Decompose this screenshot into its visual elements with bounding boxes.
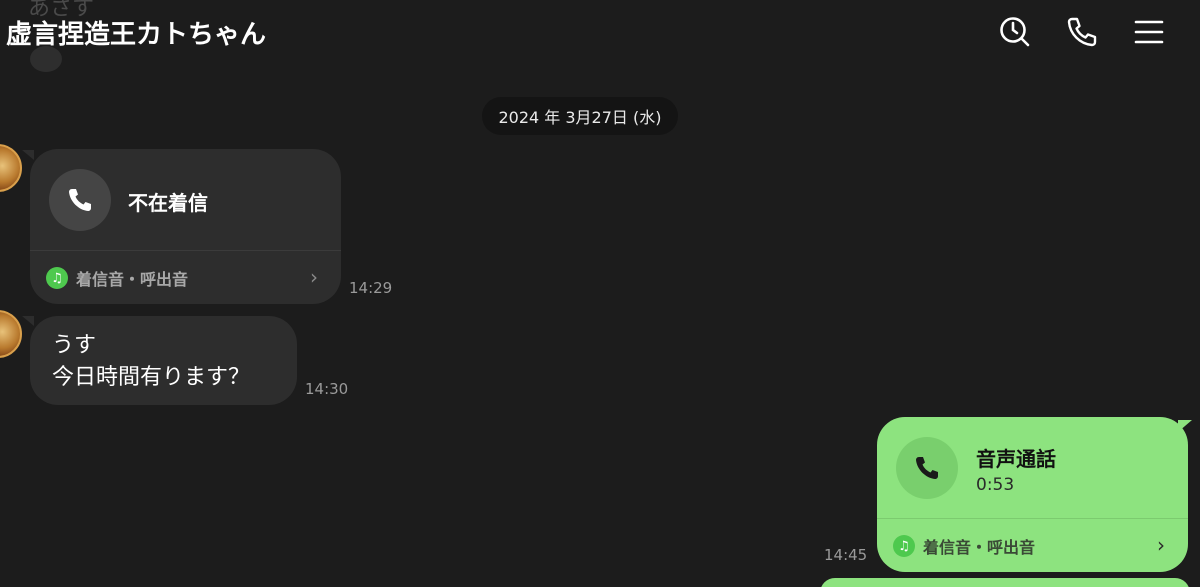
ringtone-label: 着信音・呼出音: [76, 270, 189, 289]
call-title: 不在着信: [128, 191, 208, 215]
chevron-right-icon: ›: [1157, 533, 1165, 557]
chat-title: 虚言捏造王カトちゃん: [6, 20, 267, 50]
call-duration: 0:53: [976, 475, 1015, 495]
chat-header: あさす 虚言捏造王カトちゃん: [0, 0, 1200, 72]
menu-icon[interactable]: [1131, 14, 1167, 50]
text-message-bubble[interactable]: うす 今日時間有ります？: [30, 316, 297, 405]
message-text: うす 今日時間有ります？: [52, 333, 251, 390]
divider: [30, 250, 341, 251]
next-message-bubble[interactable]: [820, 578, 1190, 587]
phone-icon: [896, 437, 958, 499]
avatar[interactable]: [0, 310, 22, 358]
voice-call-bubble[interactable]: 音声通話 0:53 ♫ 着信音・呼出音 ›: [877, 417, 1188, 572]
date-separator: 2024 年 3月27日 (水): [482, 97, 678, 135]
ringtone-link[interactable]: ♫ 着信音・呼出音: [46, 266, 188, 290]
phone-icon[interactable]: [1064, 14, 1100, 50]
avatar[interactable]: [0, 144, 22, 192]
divider: [877, 518, 1188, 519]
ringtone-link[interactable]: ♫ 着信音・呼出音: [893, 534, 1035, 558]
message-time: 14:30: [305, 380, 349, 398]
missed-call-bubble[interactable]: 不在着信 ♫ 着信音・呼出音 ›: [30, 149, 341, 304]
bubble-tail: [22, 316, 34, 326]
call-title: 音声通話: [976, 447, 1056, 471]
message-time: 14:45: [824, 546, 868, 564]
search-icon[interactable]: [997, 14, 1033, 50]
bubble-tail: [22, 150, 34, 160]
music-note-icon: ♫: [893, 535, 915, 557]
phone-icon: [49, 169, 111, 231]
music-note-icon: ♫: [46, 267, 68, 289]
message-time: 14:29: [349, 279, 393, 297]
chevron-right-icon: ›: [310, 265, 318, 289]
ringtone-label: 着信音・呼出音: [923, 538, 1036, 557]
